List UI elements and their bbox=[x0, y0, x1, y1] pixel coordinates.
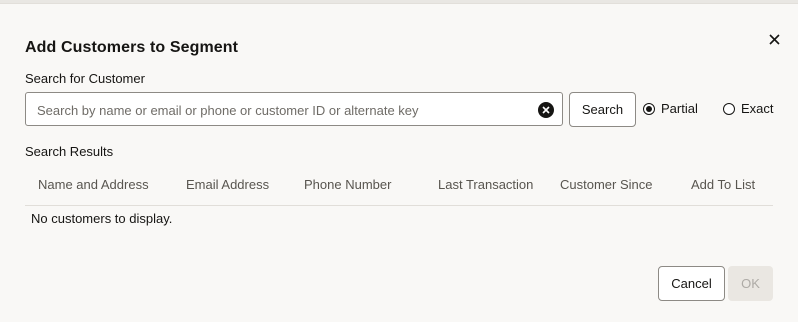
add-customers-dialog: Add Customers to Segment Search for Cust… bbox=[0, 3, 798, 322]
clear-circle-icon bbox=[542, 106, 550, 114]
close-icon bbox=[768, 33, 780, 45]
column-header-phone[interactable]: Phone Number bbox=[304, 177, 391, 192]
column-header-add-to-list[interactable]: Add To List bbox=[691, 177, 755, 192]
radio-exact-label: Exact bbox=[741, 101, 774, 116]
radio-partial-label: Partial bbox=[661, 101, 698, 116]
column-header-name-address[interactable]: Name and Address bbox=[38, 177, 149, 192]
search-field[interactable] bbox=[25, 92, 563, 127]
radio-exact-indicator[interactable] bbox=[723, 102, 735, 115]
search-label: Search for Customer bbox=[25, 71, 145, 86]
radio-selected-dot bbox=[646, 105, 652, 112]
ok-button[interactable]: OK bbox=[728, 266, 773, 301]
search-input[interactable] bbox=[35, 93, 534, 127]
search-results-label: Search Results bbox=[25, 144, 114, 159]
radio-partial[interactable]: Partial bbox=[643, 101, 698, 116]
clear-search-button[interactable] bbox=[538, 102, 554, 118]
empty-results-message: No customers to display. bbox=[31, 211, 173, 226]
table-header-divider bbox=[25, 205, 773, 206]
search-button[interactable]: Search bbox=[569, 92, 636, 127]
column-header-email[interactable]: Email Address bbox=[186, 177, 269, 192]
close-button[interactable] bbox=[764, 29, 784, 49]
radio-exact[interactable]: Exact bbox=[723, 101, 774, 116]
column-header-last-transaction[interactable]: Last Transaction bbox=[438, 177, 533, 192]
cancel-button[interactable]: Cancel bbox=[658, 266, 725, 301]
column-header-customer-since[interactable]: Customer Since bbox=[560, 177, 652, 192]
dialog-title: Add Customers to Segment bbox=[25, 39, 239, 56]
radio-partial-indicator[interactable] bbox=[643, 102, 655, 115]
